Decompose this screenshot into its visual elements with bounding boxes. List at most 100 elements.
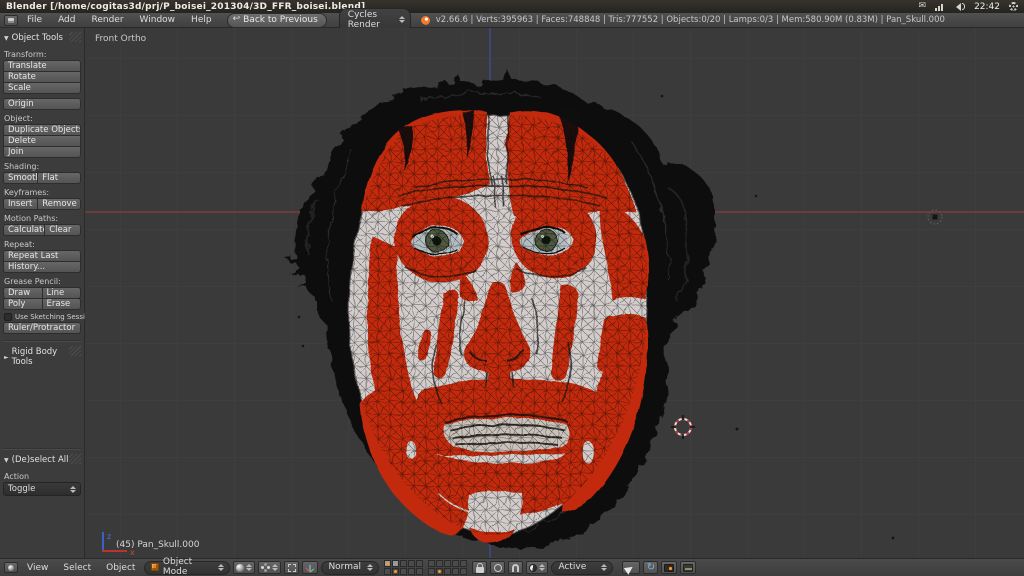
layer-toggle[interactable] [400, 560, 407, 567]
flat-button[interactable]: Flat [37, 172, 81, 184]
back-to-previous-button[interactable]: ↩ Back to Previous [227, 13, 327, 28]
menu-window[interactable]: Window [133, 14, 183, 26]
panel-open-icon: ▼ [4, 457, 9, 464]
magnet-icon [512, 564, 519, 572]
opengl-render-anim-button[interactable] [680, 561, 696, 574]
viewport-header: View Select Object Object Mode Normal [0, 558, 1024, 576]
layer-toggle[interactable] [408, 560, 415, 567]
grease-poly-button[interactable]: Poly [3, 298, 43, 310]
pivot-point-icon [261, 563, 270, 572]
clock[interactable]: 22:42 [974, 2, 1000, 12]
panel-drag-handle[interactable] [69, 32, 81, 42]
object-tools-panel-header[interactable]: ▼ Object Tools [3, 31, 81, 46]
calculate-button[interactable]: Calculate [3, 224, 45, 236]
tool-shelf: ▼ Object Tools Transform: Translate Rota… [0, 28, 85, 558]
scene-stats: v2.66.6 | Verts:395963 | Faces:748848 | … [436, 15, 945, 25]
smooth-button[interactable]: Smooth [3, 172, 38, 184]
menu-view[interactable]: View [21, 562, 54, 574]
gear-icon[interactable] [1009, 2, 1018, 11]
menu-help[interactable]: Help [184, 14, 219, 26]
layer-toggle[interactable] [452, 568, 459, 575]
layer-toggle[interactable] [400, 568, 407, 575]
layer-toggle[interactable] [384, 568, 391, 575]
layer-toggle[interactable] [436, 560, 443, 567]
editor-type-button[interactable] [4, 15, 18, 26]
dropdown-arrows-icon [399, 16, 405, 23]
manipulator-toggle[interactable] [284, 561, 299, 574]
manipulator-icon [288, 564, 296, 572]
sketching-sessions-checkbox[interactable] [4, 313, 12, 321]
layer-toggle[interactable] [392, 560, 399, 567]
origin-button[interactable]: Origin [3, 98, 81, 110]
clear-button[interactable]: Clear [44, 224, 81, 236]
scale-button[interactable]: Scale [3, 82, 81, 94]
mode-select[interactable]: Object Mode [144, 561, 230, 575]
snap-align-toggle[interactable] [622, 561, 640, 574]
transform-axes-button[interactable] [302, 561, 318, 574]
viewport-3d[interactable]: z x Front Ortho (45) Pan_Skull.000 [85, 28, 1024, 558]
layers-group-1 [384, 560, 423, 575]
join-button[interactable]: Join [3, 146, 81, 158]
ruler-protractor-button[interactable]: Ruler/Protractor [3, 322, 81, 334]
network-signal-icon[interactable] [935, 3, 943, 11]
shading-sphere-icon [236, 564, 244, 572]
speaker-icon[interactable] [952, 3, 965, 11]
menu-file[interactable]: File [20, 14, 49, 26]
layer-toggle[interactable] [436, 568, 443, 575]
panel-drag-handle[interactable] [69, 454, 81, 464]
view3d-editor-icon [8, 565, 14, 571]
deselect-all-panel-header[interactable]: ▼ (De)select All [3, 453, 81, 468]
opengl-render-button[interactable] [661, 561, 677, 574]
lock-icon [476, 567, 484, 573]
layer-toggle[interactable] [428, 568, 435, 575]
snap-peel-toggle[interactable]: ↻ [643, 561, 658, 574]
scene-lock-toggle[interactable] [472, 561, 487, 574]
snap-toggle[interactable] [508, 561, 523, 574]
editor-type-button[interactable] [4, 562, 18, 573]
menu-add[interactable]: Add [51, 14, 82, 26]
info-editor-icon [8, 18, 14, 23]
layer-toggle[interactable] [460, 560, 467, 567]
grease-erase-button[interactable]: Erase [42, 298, 82, 310]
layer-toggle[interactable] [444, 560, 451, 567]
duplicate-objects-button[interactable]: Duplicate Objects [3, 124, 81, 136]
menu-object[interactable]: Object [100, 562, 141, 574]
viewport-shading-select[interactable] [233, 561, 255, 574]
dropdown-arrows-icon [367, 564, 373, 571]
snap-element-select[interactable] [526, 561, 548, 574]
rigid-body-tools-panel-header[interactable]: ► Rigid Body Tools [3, 345, 81, 370]
repeat-label: Repeat: [4, 240, 80, 249]
object-label: Object: [4, 114, 80, 123]
snap-target-select[interactable]: Active [551, 561, 613, 575]
orientation-select[interactable]: Normal [321, 561, 379, 575]
layer-toggle[interactable] [408, 568, 415, 575]
view-name-label: Front Ortho [95, 34, 146, 44]
history-button[interactable]: History... [3, 261, 81, 273]
proportional-circle-icon [494, 564, 502, 572]
layer-toggle[interactable] [416, 568, 423, 575]
panel-open-icon: ▼ [4, 35, 9, 42]
action-select[interactable]: Toggle [3, 482, 81, 496]
proportional-edit-toggle[interactable] [490, 561, 505, 574]
viewport-canvas[interactable]: z x [85, 28, 1024, 558]
layer-toggle[interactable] [428, 560, 435, 567]
pivot-point-select[interactable] [258, 561, 281, 574]
layer-toggle[interactable] [452, 560, 459, 567]
menu-render[interactable]: Render [85, 14, 131, 26]
keyframes-label: Keyframes: [4, 188, 80, 197]
panel-drag-handle[interactable] [69, 346, 81, 356]
layer-toggle[interactable] [444, 568, 451, 575]
layer-toggle[interactable] [392, 568, 399, 575]
mail-icon[interactable]: ✉ [919, 2, 927, 11]
info-bar: File Add Render Window Help ↩ Back to Pr… [0, 13, 1024, 28]
layer-toggle[interactable] [384, 560, 391, 567]
layers-group-2 [428, 560, 467, 575]
menu-select[interactable]: Select [57, 562, 97, 574]
film-icon [683, 564, 693, 572]
back-arrow-icon: ↩ [233, 15, 241, 24]
panel-closed-icon: ► [4, 354, 9, 361]
insert-keyframe-button[interactable]: Insert [3, 198, 38, 210]
layer-toggle[interactable] [416, 560, 423, 567]
layer-toggle[interactable] [460, 568, 467, 575]
remove-keyframe-button[interactable]: Remove [37, 198, 81, 210]
